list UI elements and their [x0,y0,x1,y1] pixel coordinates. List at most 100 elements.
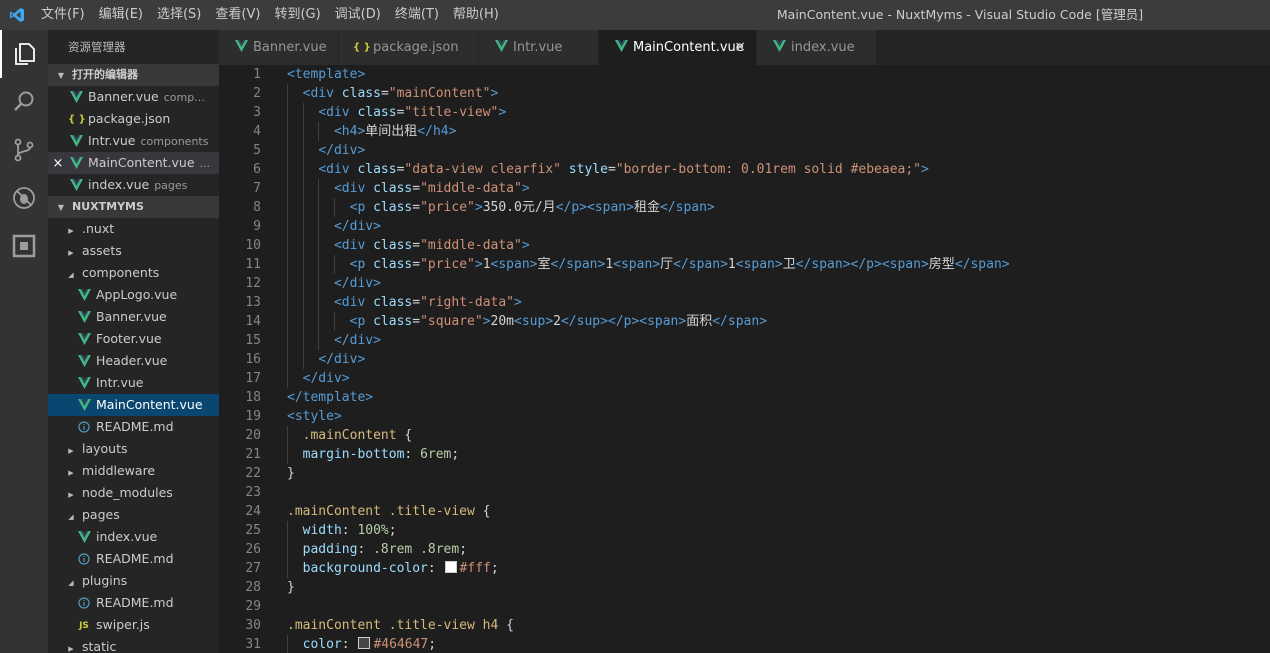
vue-file-icon [493,30,509,65]
code-token: 6rem [420,447,452,462]
code-token: "middle-data" [420,181,522,196]
open-editor-description: pages [154,179,188,192]
code-token: class [341,86,381,101]
menu-item-4[interactable]: 转到(G) [267,0,327,30]
code-token: <h4> [333,124,366,139]
tree-file[interactable]: Banner.vue [48,306,219,328]
code-token: </span> [673,257,728,272]
menu-item-6[interactable]: 终端(T) [388,0,446,30]
source-control-icon[interactable] [0,126,48,174]
tree-folder[interactable]: ◢ components [48,262,219,284]
menu-item-1[interactable]: 编辑(E) [92,0,150,30]
project-header[interactable]: ▼ NUXTMYMS [48,196,219,218]
tab-package-json[interactable]: { } package.json [339,30,479,65]
code-line: 21 margin-bottom: 6rem; [219,445,1270,464]
tree-folder[interactable]: ▶ static [48,636,219,653]
extensions-icon[interactable] [0,222,48,270]
code-editor[interactable]: 1 <template> 2 <div class="mainContent"> 3 … [219,65,1270,653]
chevron-right-icon: ▶ [68,447,74,455]
code-content: .mainContent .title-view { [287,502,491,521]
code-content: margin-bottom: 6rem; [287,445,460,464]
code-token: { [498,618,514,633]
menu-item-7[interactable]: 帮助(H) [446,0,506,30]
tree-file[interactable]: Footer.vue [48,328,219,350]
tree-file[interactable]: AppLogo.vue [48,284,219,306]
tree-file[interactable]: Header.vue [48,350,219,372]
code-line: 19 <style> [219,407,1270,426]
open-editor-item[interactable]: index.vue pages [48,174,219,196]
tree-folder[interactable]: ◢ plugins [48,570,219,592]
vue-file-icon [68,175,84,197]
code-content: <template> [287,65,365,84]
code-line: 24 .mainContent .title-view { [219,502,1270,521]
title-bar: 文件(F) 编辑(E) 选择(S) 查看(V) 转到(G) 调试(D) 终端(T) 帮助(H)… [0,0,1270,30]
code-token: = [412,200,421,215]
code-token: ; [388,523,397,538]
code-token: > [521,238,530,253]
tab-banner-vue[interactable]: Banner.vue [219,30,339,65]
line-number: 15 [245,333,261,348]
open-editor-label: Banner.vue [88,89,159,104]
line-number: 11 [245,257,261,272]
tree-item-label: assets [82,243,122,258]
explorer-icon[interactable] [0,30,48,78]
code-line: 27 background-color: #fff; [219,559,1270,578]
open-editor-item[interactable]: × MainContent.vue... [48,152,219,174]
line-number: 19 [245,409,261,424]
line-number: 28 [245,580,261,595]
open-editors-header[interactable]: ▼ 打开的编辑器 [48,64,219,86]
tab-maincontent-vue[interactable]: MainContent.vue × [599,30,757,65]
vue-file-icon [68,87,84,109]
line-number: 16 [245,352,261,367]
code-line: 30 .mainContent .title-view h4 { [219,616,1270,635]
tree-folder[interactable]: ▶ middleware [48,460,219,482]
code-content: </div> [287,350,365,369]
code-token: = [412,238,421,253]
color-swatch[interactable] [444,561,457,573]
open-editor-item[interactable]: Intr.vue components [48,130,219,152]
tree-file[interactable]: MainContent.vue [48,394,219,416]
menu-item-0[interactable]: 文件(F) [34,0,92,30]
color-swatch[interactable] [358,637,371,649]
close-icon[interactable]: × [48,153,68,174]
tree-folder[interactable]: ▶ layouts [48,438,219,460]
line-number: 1 [253,67,261,82]
search-icon[interactable] [0,78,48,126]
tree-item-label: components [82,265,160,280]
menu-item-2[interactable]: 选择(S) [150,0,208,30]
menu-item-3[interactable]: 查看(V) [208,0,267,30]
tree-file[interactable]: index.vue [48,526,219,548]
code-token: class [373,257,413,272]
tree-file[interactable]: README.md [48,592,219,614]
tab-intr-vue[interactable]: Intr.vue [479,30,599,65]
menu-item-5[interactable]: 调试(D) [328,0,388,30]
tree-file[interactable]: Intr.vue [48,372,219,394]
tree-folder[interactable]: ◢ pages [48,504,219,526]
tree-file[interactable]: README.md [48,548,219,570]
code-content: <p class="price">1<span>室</span>1<span>厅… [287,255,1010,274]
code-content: <div class="mainContent"> [287,84,499,103]
code-token: width [302,523,342,538]
code-token: > [474,257,483,272]
code-content: <div class="middle-data"> [287,179,530,198]
code-token: > [921,162,929,177]
line-number: 10 [245,238,261,253]
code-content: </div> [287,141,365,160]
vscode-logo-icon[interactable] [0,0,34,30]
tab-index-vue[interactable]: index.vue [757,30,877,65]
tree-folder[interactable]: ▶ node_modules [48,482,219,504]
open-editor-item[interactable]: { } package.json [48,108,219,130]
tree-file[interactable]: README.md [48,416,219,438]
code-token: style [568,162,608,177]
code-token: 单间出租 [365,124,418,139]
tab-label: index.vue [791,40,855,55]
tree-folder[interactable]: ▶ assets [48,240,219,262]
debug-icon[interactable] [0,174,48,222]
close-icon[interactable]: × [734,30,746,65]
tree-file[interactable]: JS swiper.js [48,614,219,636]
tree-folder[interactable]: ▶ .nuxt [48,218,219,240]
open-editor-item[interactable]: Banner.vue comp... [48,86,219,108]
line-number: 20 [245,428,261,443]
code-line: 13 <div class="right-data"> [219,293,1270,312]
